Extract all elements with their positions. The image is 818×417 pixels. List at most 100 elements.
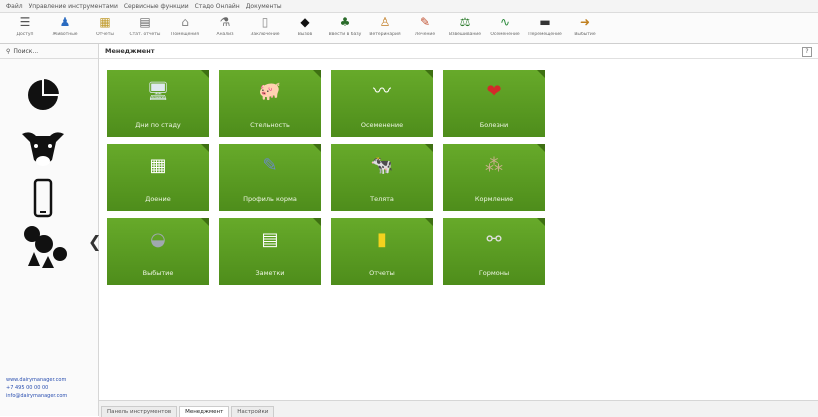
tile-milking[interactable]: ▦ Доение [107,144,209,211]
person-icon: ♟ [59,15,71,29]
toolbar-button-12[interactable]: ∿ Осеменение [486,15,524,41]
tile-label: Болезни [479,121,509,129]
cow-icon[interactable] [20,126,66,166]
flask-icon: ⚗ [219,15,231,29]
tile-label: Кормление [474,195,514,203]
pie-chart-icon[interactable] [20,74,66,114]
tile-label: Отчеты [369,269,395,277]
sidebar-search[interactable]: ⚲ Поиск... [0,44,98,59]
toolbar-button-2[interactable]: ▦ Отчеты [86,15,124,41]
toolbar-button-3[interactable]: ▤ Стат. отчеты [126,15,164,41]
menu-bar: Файл Управление инструментами Сервисные … [0,0,818,13]
toolbar-button-label: Помещения [171,32,199,37]
tile-label: Выбытие [142,269,174,277]
toolbar-button-label: Доступ [16,32,34,37]
search-icon: ⚲ [6,47,11,55]
help-button[interactable]: ? [802,47,812,57]
menu-file[interactable]: Файл [6,3,23,10]
toolbar-button-0[interactable]: ☰ Доступ [6,15,44,41]
tile-calves[interactable]: 🐄 Телята [331,144,433,211]
home-icon: ⌂ [181,15,189,29]
tile-insemination[interactable]: 〰 Осеменение [331,70,433,137]
toolbar-button-1[interactable]: ♟ Животные [46,15,84,41]
scale-icon: ⚖ [459,15,471,29]
toolbar-button-9[interactable]: ♙ Ветеринария [366,15,404,41]
menu-service[interactable]: Сервисные функции [124,3,189,10]
toolbar-button-10[interactable]: ✎ Лечение [406,15,444,41]
tile-label: Стельность [250,121,290,129]
cow-person-icon: ♣ [339,15,351,29]
toolbar-button-label: Выбытие [574,32,596,37]
monitor-icon: 🖥 [146,81,170,102]
page-title-text: Менеджмент [105,47,155,55]
exit-icon: ➜ [579,15,591,29]
toolbar-button-label: Лечение [414,32,436,37]
sperm-icon: ∿ [499,15,511,29]
toolbar-button-13[interactable]: ▬ Перемещение [526,15,564,41]
tile-feeding[interactable]: ⁂ Кормление [443,144,545,211]
toolbar-button-label: Стат. отчеты [129,32,161,37]
toolbar-button-label: Осеменение [490,32,520,37]
sidebar: ⚲ Поиск... ❮ www.dairymanager.com +7 495… [0,44,101,416]
website-link[interactable]: www.dairymanager.com [6,376,67,384]
tile-label: Заметки [255,269,285,277]
toolbar-button-4[interactable]: ⌂ Помещения [166,15,204,41]
molecule-icon: ⚯ [486,229,502,250]
tile-pregnancy[interactable]: 🐖 Стельность [219,70,321,137]
tile-reports[interactable]: ▮ Отчеты [331,218,433,285]
list-icon: ☰ [19,15,31,29]
cow-head-icon: ◆ [300,15,310,29]
battery-icon: ▮ [377,229,387,250]
toolbar-button-label: Отчеты [96,32,114,37]
bottom-tab-0[interactable]: Панель инструментов [101,406,178,417]
toolbar-button-8[interactable]: ♣ Ввести в базу [326,15,364,41]
toolbar-button-7[interactable]: ◆ Вызов [286,15,324,41]
menu-documents[interactable]: Документы [246,3,282,10]
bottom-tab-1[interactable]: Менеджмент [179,406,230,417]
toolbar-button-label: Вызов [297,32,313,37]
pig-icon: 🐖 [258,81,282,102]
tile-culling[interactable]: ◒ Выбытие [107,218,209,285]
toolbar-button-label: Взвешивание [449,32,481,37]
tile-label: Дни по стаду [135,121,181,129]
toolbar-button-5[interactable]: ⚗ Анализ [206,15,244,41]
heart-icon: ❤ [486,81,502,102]
phone-icon[interactable] [20,178,66,218]
stethoscope-icon: ♙ [379,15,391,29]
toolbar-button-label: Заключение [250,32,280,37]
menu-tools[interactable]: Управление инструментами [29,3,118,10]
sperm-icon: 〰 [373,81,391,102]
tile-notes[interactable]: ▤ Заметки [219,218,321,285]
people-group-icon[interactable] [20,222,67,268]
syringe-icon: ✎ [419,15,431,29]
page-title: Менеджмент [99,44,818,59]
fish-icon: ◒ [150,229,166,250]
search-label: Поиск... [13,47,39,55]
tile-diseases[interactable]: ❤ Болезни [443,70,545,137]
menu-herd-online[interactable]: Стадо Онлайн [195,3,240,10]
tile-label: Телята [370,195,394,203]
toolbar-button-14[interactable]: ➜ Выбытие [566,15,604,41]
tile-hormones[interactable]: ⚯ Гормоны [443,218,545,285]
bottom-tab-2[interactable]: Настройки [231,406,275,417]
toolbar-button-label: Анализ [216,32,234,37]
tile-herd-days[interactable]: 🖥 Дни по стаду [107,70,209,137]
truck-icon: ▬ [539,15,551,29]
email-link[interactable]: info@dairymanager.com [6,392,67,400]
bottom-tab-bar: Панель инструментов Менеджмент Настройки [99,400,818,417]
tile-label: Доение [145,195,171,203]
tile-label: Гормоны [478,269,510,277]
milk-icon: ▦ [149,155,167,176]
cow-icon: 🐄 [370,155,394,176]
toolbar-button-11[interactable]: ⚖ Взвешивание [446,15,484,41]
tile-feed-profile[interactable]: ✎ Профиль корма [219,144,321,211]
toolbar-button-label: Животные [52,32,78,37]
document-icon: ▯ [261,15,269,29]
toolbar: ☰ Доступ ♟ Животные ▦ Отчеты ▤ Стат. отчеты ⌂ Пом… [0,13,818,44]
tile-label: Профиль корма [243,195,297,203]
sidebar-links: www.dairymanager.com +7 495 00 00 00 inf… [6,376,67,400]
tile-label: Осеменение [360,121,404,129]
chart-icon: ▤ [139,15,151,29]
phone-number: +7 495 00 00 00 [6,385,49,391]
toolbar-button-6[interactable]: ▯ Заключение [246,15,284,41]
